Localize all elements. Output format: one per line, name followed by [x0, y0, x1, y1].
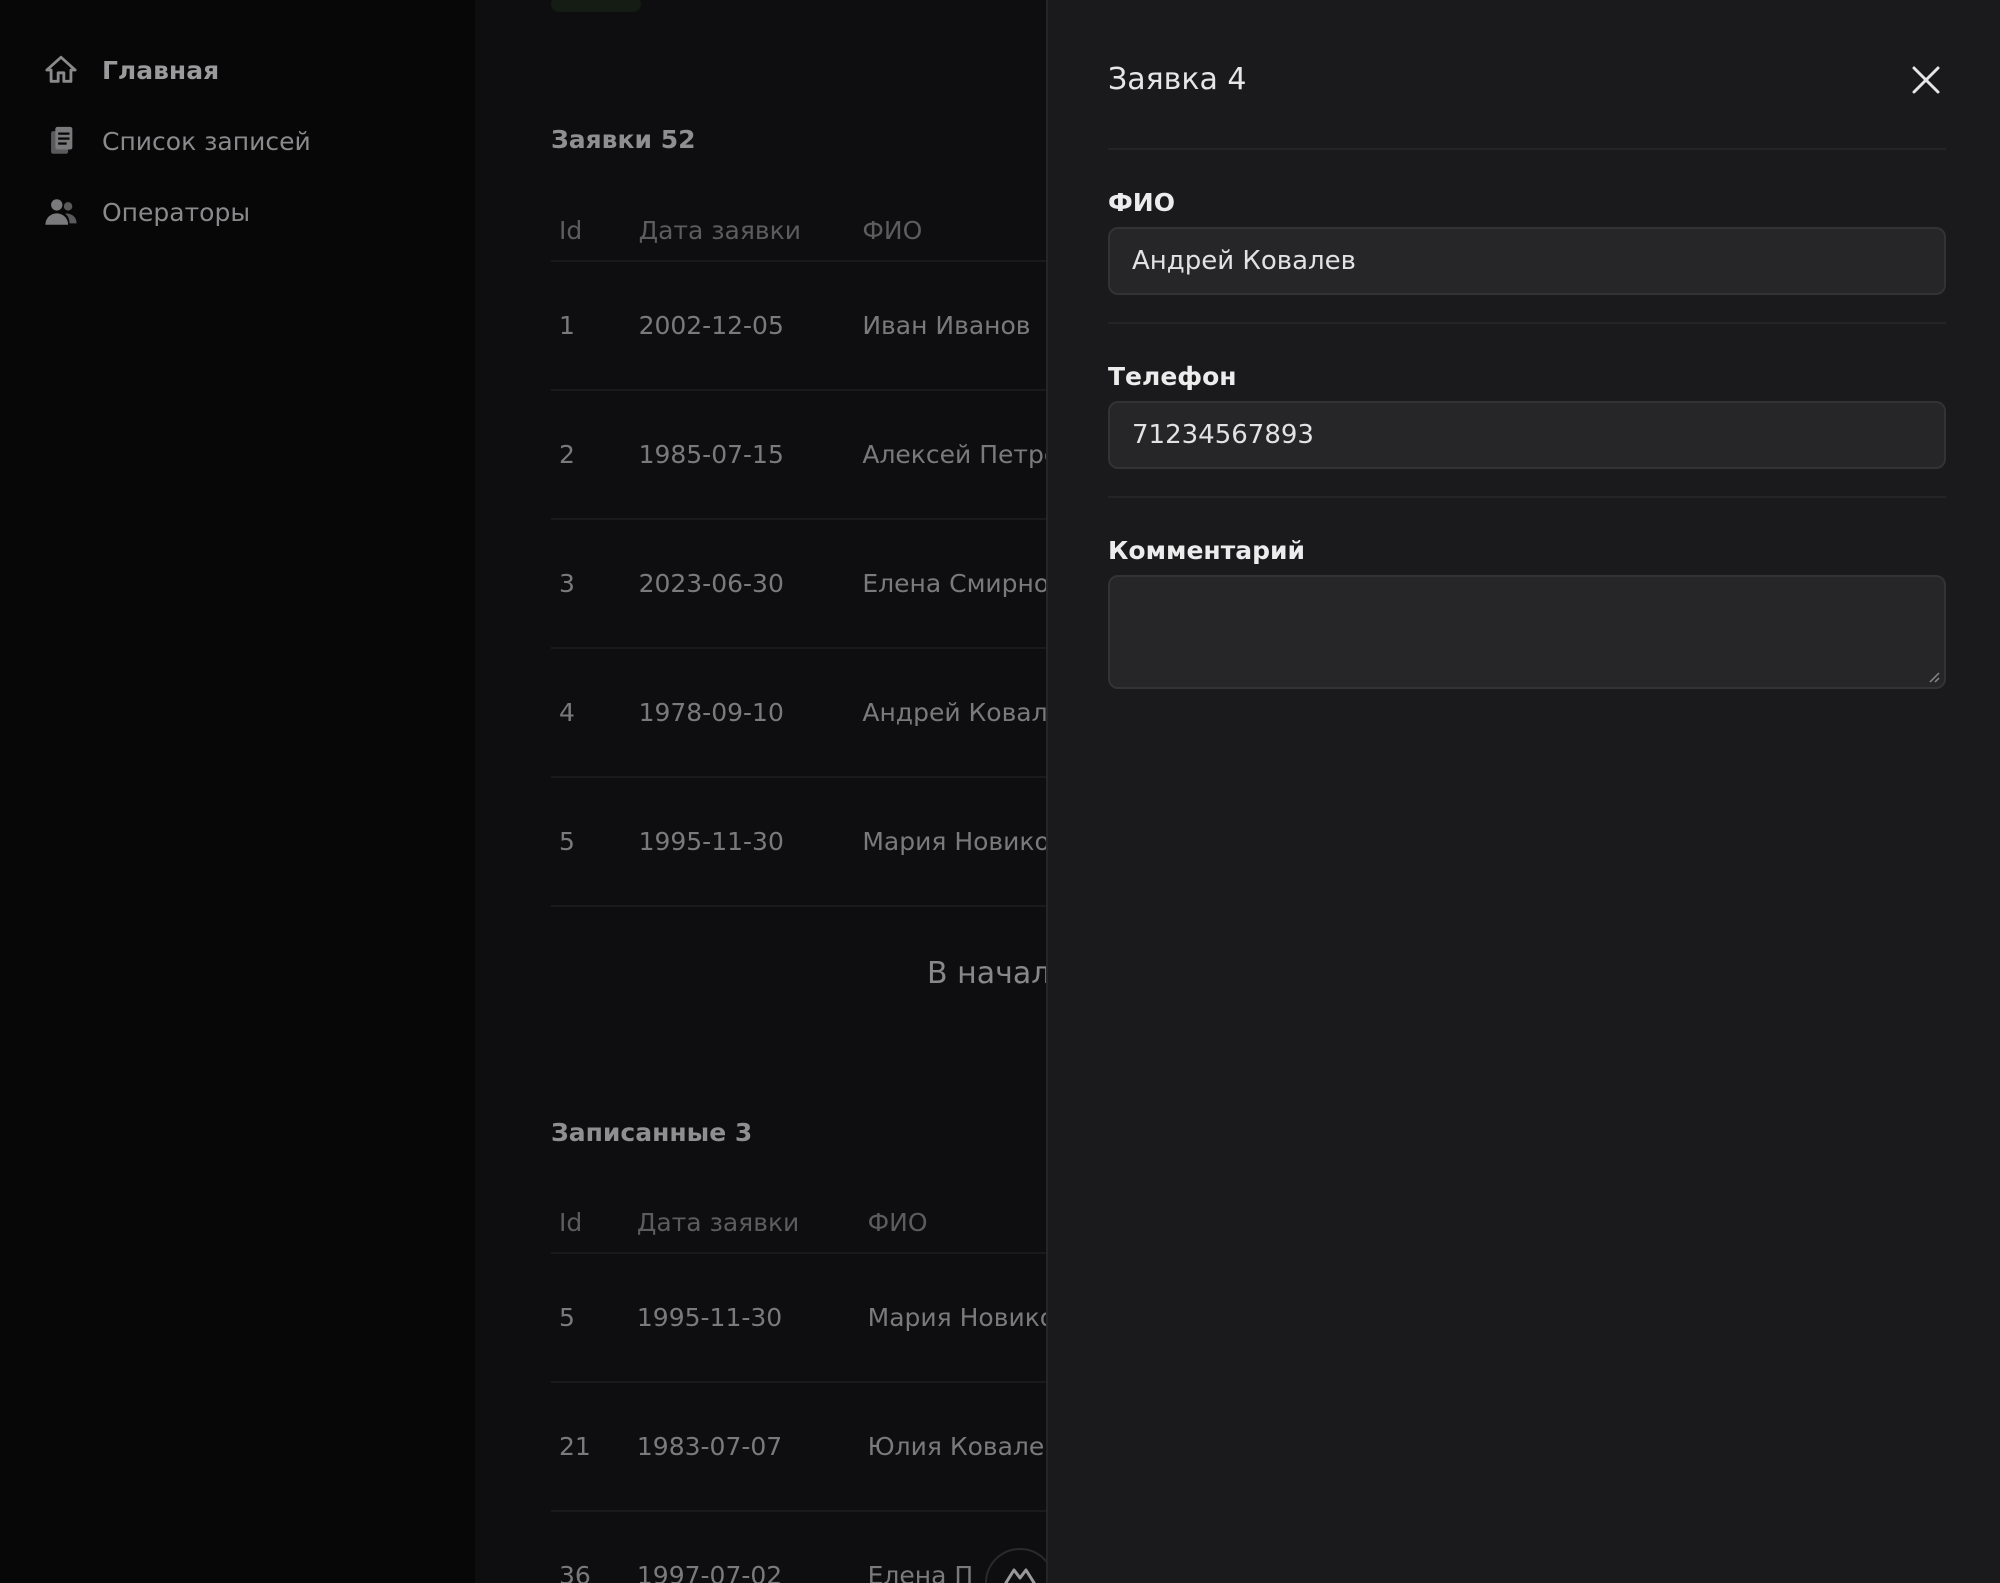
table-row[interactable]: 1 2002-12-05 Иван Иванов [551, 262, 1050, 391]
header-id[interactable]: Id [551, 1208, 637, 1237]
close-icon [1906, 66, 1946, 104]
cell-id: 4 [559, 698, 575, 727]
table-row[interactable]: 5 1995-11-30 Мария Новикова [551, 1254, 1050, 1383]
cell-fio: Андрей Ковалев [862, 698, 1050, 727]
drawer-title: Заявка 4 [1108, 62, 1247, 97]
cell-fio: Мария Новикова [862, 827, 1050, 856]
cell-id: 21 [559, 1432, 591, 1461]
cell-fio: Мария Новикова [867, 1303, 1050, 1332]
drawer-header: Заявка 4 [1108, 0, 1946, 150]
table-row[interactable]: 4 1978-09-10 Андрей Ковалев [551, 649, 1050, 778]
users-icon [44, 195, 78, 229]
cell-date: 1995-11-30 [636, 1303, 783, 1332]
main-content: Заявки 52 Id Дата заявки ФИО 1 2002-12-0… [475, 0, 1050, 1583]
sidebar-item-label: Главная [102, 55, 220, 85]
header-id[interactable]: Id [551, 216, 639, 245]
chevron-up-icon [1000, 1564, 1040, 1583]
cell-id: 36 [559, 1561, 591, 1583]
fio-input[interactable]: Андрей Ковалев [1108, 227, 1946, 295]
divider [1108, 322, 1946, 324]
fio-field-group: ФИО Андрей Ковалев [1108, 188, 1946, 295]
cell-date: 1995-11-30 [638, 827, 784, 856]
sidebar-item-label: Операторы [102, 197, 251, 227]
cell-fio: Елена Смирнова [862, 569, 1050, 598]
comment-textarea[interactable] [1108, 575, 1946, 689]
cell-date: 1978-09-10 [638, 698, 784, 727]
sidebar-item-label: Список записей [102, 126, 311, 156]
sidebar-item-home[interactable]: Главная [0, 44, 475, 96]
table-header: Id Дата заявки ФИО [551, 200, 1050, 262]
resize-handle-icon[interactable] [1926, 669, 1940, 683]
comment-label: Комментарий [1108, 536, 1305, 565]
cell-date: 1983-07-07 [636, 1432, 783, 1461]
top-button-stub[interactable] [551, 0, 641, 12]
sidebar: Главная Список записей Операторы [0, 0, 475, 1583]
recorded-title: Записанные 3 [551, 1118, 753, 1147]
comment-field-group: Комментарий [1108, 536, 1946, 689]
application-drawer: Заявка 4 ФИО Андрей Ковалев Телефон 7123… [1046, 0, 2000, 1583]
fio-label: ФИО [1108, 188, 1175, 217]
clipboard-icon [44, 124, 78, 158]
cell-id: 2 [559, 440, 575, 469]
cell-id: 5 [559, 827, 575, 856]
cell-date: 2002-12-05 [638, 311, 784, 340]
header-fio[interactable]: ФИО [868, 1208, 1050, 1237]
table-row[interactable]: 36 1997-07-02 Елена П [551, 1512, 1050, 1583]
applications-title: Заявки 52 [551, 125, 696, 154]
table-row[interactable]: 5 1995-11-30 Мария Новикова [551, 778, 1050, 907]
cell-id: 5 [559, 1303, 575, 1332]
table-row[interactable]: 3 2023-06-30 Елена Смирнова [551, 520, 1050, 649]
sidebar-item-operators[interactable]: Операторы [0, 186, 475, 238]
table-header: Id Дата заявки ФИО [551, 1192, 1050, 1254]
cell-fio: Юлия Ковалева [867, 1432, 1050, 1461]
header-fio[interactable]: ФИО [862, 216, 1050, 245]
table-row[interactable]: 21 1983-07-07 Юлия Ковалева [551, 1383, 1050, 1512]
cell-date: 1985-07-15 [638, 440, 784, 469]
cell-id: 1 [559, 311, 575, 340]
pager-to-start-button[interactable]: В начало [927, 956, 1050, 991]
applications-table: Id Дата заявки ФИО 1 2002-12-05 Иван Ива… [551, 200, 1050, 907]
cell-fio: Иван Иванов [862, 311, 1031, 340]
header-date[interactable]: Дата заявки [637, 1208, 868, 1237]
table-row[interactable]: 2 1985-07-15 Алексей Петров [551, 391, 1050, 520]
phone-input[interactable]: 71234567893 [1108, 401, 1946, 469]
cell-date: 2023-06-30 [638, 569, 784, 598]
header-date[interactable]: Дата заявки [639, 216, 863, 245]
home-icon [44, 53, 78, 87]
phone-field-group: Телефон 71234567893 [1108, 362, 1946, 469]
cell-fio: Алексей Петров [862, 440, 1050, 469]
cell-date: 1997-07-02 [636, 1561, 783, 1583]
divider [1108, 496, 1946, 498]
recorded-table: Id Дата заявки ФИО 5 1995-11-30 Мария Но… [551, 1192, 1050, 1583]
cell-id: 3 [559, 569, 575, 598]
sidebar-item-records[interactable]: Список записей [0, 115, 475, 167]
close-button[interactable] [1906, 60, 1946, 100]
phone-label: Телефон [1108, 362, 1237, 391]
